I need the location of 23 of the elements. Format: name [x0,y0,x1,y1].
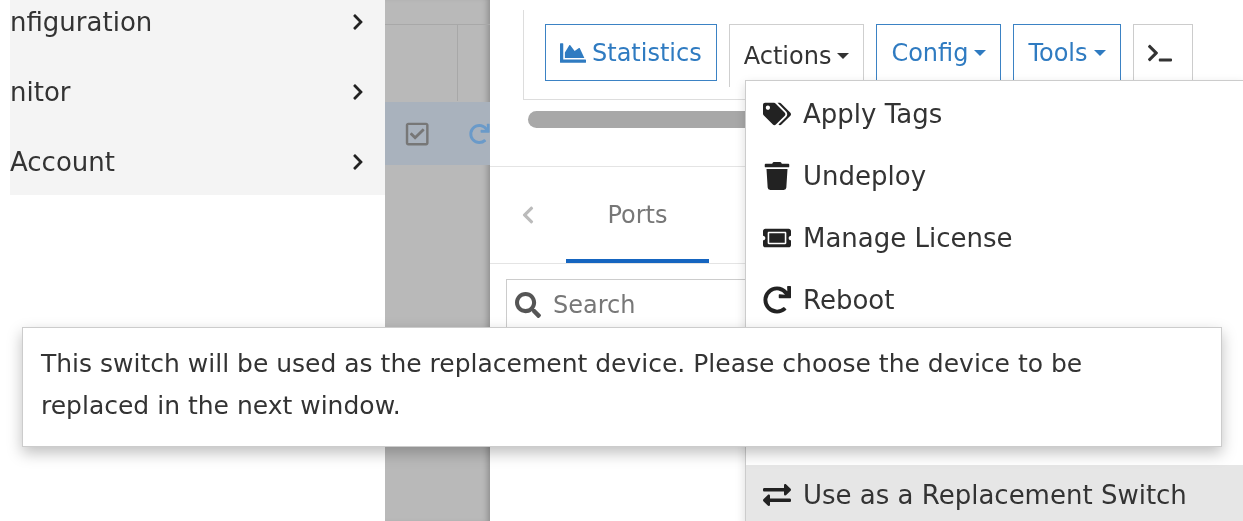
terminal-button[interactable] [1132,24,1193,81]
tab[interactable]: Ports [566,167,709,263]
caret-icon [837,53,850,59]
search-icon [515,292,541,318]
sidebar-item-label: Account [10,147,115,177]
trash-icon [763,162,791,190]
sidebar-item[interactable]: Account [10,127,385,195]
table-row[interactable] [385,102,490,165]
dropdown-button[interactable]: Tools [1013,24,1121,81]
caret-icon [974,49,987,56]
sidebar-item[interactable]: nfiguration [10,0,385,57]
caret-icon [1093,49,1106,56]
sidebar-item[interactable]: nitor [10,57,385,127]
dropdown-button[interactable]: Config [876,24,1002,81]
statistics-button[interactable]: Statistics [545,24,717,81]
tags-icon [763,100,791,128]
tooltip-text: This switch will be used as the replacement device. Please choose the device to be replaced in the next window. [41,349,1083,420]
redo-icon [469,122,490,145]
sidebar-item-label: nitor [10,77,71,107]
menu-item[interactable]: Use as a Replacement Switch [746,465,1243,521]
sidebar-item-label: nfiguration [10,7,153,37]
checkbox[interactable] [405,120,430,147]
redo-icon [763,286,791,314]
